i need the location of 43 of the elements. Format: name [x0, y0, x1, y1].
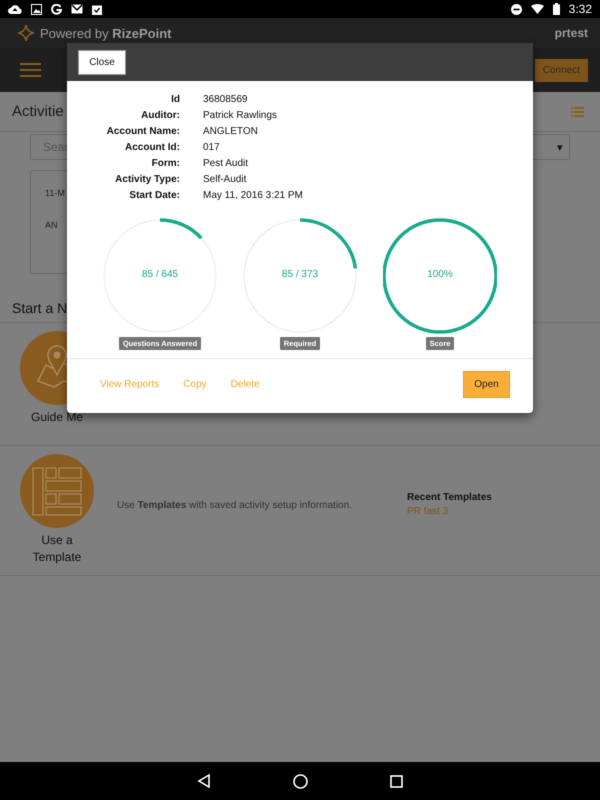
option-label[interactable]: Use a Template: [27, 532, 87, 566]
mail-icon: [71, 4, 83, 14]
brand-text: Powered by RizePoint: [40, 26, 172, 40]
page-title: Activitie: [12, 103, 64, 120]
back-icon[interactable]: [197, 774, 211, 788]
detail-value: May 11, 2016 3:21 PM: [203, 189, 304, 202]
cloud-upload-icon: [8, 4, 22, 14]
g-logo-icon: [51, 4, 62, 14]
activity-account: AN: [45, 220, 59, 230]
dropdown-arrow[interactable]: ▾: [557, 140, 563, 154]
image-icon: [31, 4, 42, 14]
detail-label: Account Name:: [106, 125, 180, 138]
detail-label: Auditor:: [140, 109, 180, 122]
detail-value: ANGLETON: [203, 125, 259, 138]
activity-date: 11-M: [45, 188, 66, 198]
recent-templates-heading: Recent Templates: [407, 492, 492, 503]
option-description: Use Templates with saved activity setup information.: [117, 500, 353, 511]
detail-label: Activity Type:: [114, 173, 180, 186]
detail-label: Account Id:: [124, 141, 180, 154]
menu-icon[interactable]: [20, 63, 41, 77]
detail-value: Pest Audit: [203, 157, 250, 170]
detail-label: Start Date:: [128, 189, 180, 202]
detail-value: Patrick Rawlings: [203, 109, 278, 122]
detail-value: 017: [203, 141, 221, 154]
battery-icon: [552, 3, 560, 15]
option-label[interactable]: Guide Me: [27, 409, 87, 426]
open-button[interactable]: Open: [463, 371, 510, 398]
clipboard-check-icon: [92, 4, 102, 14]
gauge-reading: 100%: [426, 269, 454, 280]
detail-value: 36808569: [203, 93, 248, 106]
wifi-icon: [530, 4, 544, 14]
gauge-reading: 85 / 373: [280, 269, 320, 280]
do-not-disturb-icon: [510, 4, 522, 14]
close-button[interactable]: Close: [78, 50, 126, 74]
recents-icon[interactable]: [390, 774, 403, 788]
home-icon[interactable]: [293, 774, 308, 788]
user-name: prtest: [554, 26, 588, 40]
star-logo-icon: [18, 25, 34, 41]
detail-value: Self-Audit: [203, 173, 248, 186]
detail-label: Form:: [150, 157, 180, 170]
detail-label: Id: [170, 93, 180, 106]
gauge-reading: 85 / 645: [140, 269, 180, 280]
clock-time: 3:32: [568, 2, 592, 16]
